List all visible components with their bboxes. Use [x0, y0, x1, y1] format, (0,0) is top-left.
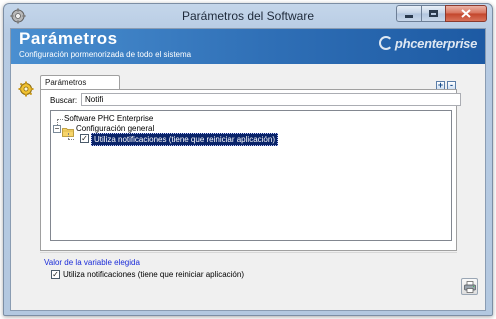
- brand-swoosh-icon: [378, 36, 393, 50]
- tree-connector: [57, 119, 63, 120]
- value-checkbox-label: Utiliza notificaciones (tiene que reinic…: [63, 270, 244, 279]
- title-bar[interactable]: Parámetros del Software: [4, 4, 492, 28]
- main-window: Parámetros del Software Parámetros Confi…: [3, 3, 493, 316]
- search-label: Buscar:: [50, 96, 78, 105]
- print-button[interactable]: [461, 278, 478, 295]
- brand-name: phcenterprise: [394, 35, 477, 51]
- value-section-label: Valor de la variable elegida: [44, 258, 140, 267]
- tree-folder-node[interactable]: Configuración general: [76, 124, 154, 133]
- client-area: Parámetros Configuración pormenorizada d…: [10, 28, 486, 311]
- search-input[interactable]: [81, 93, 461, 106]
- tab-parametros-generales[interactable]: Parámetros generales: [40, 75, 120, 101]
- close-button[interactable]: [445, 5, 487, 22]
- printer-icon: [463, 280, 476, 293]
- caption-buttons: [396, 5, 487, 22]
- section-divider: [40, 252, 457, 253]
- close-icon: [461, 9, 471, 18]
- settings-gear-icon: [18, 81, 34, 97]
- tab-panel: Buscar: Software PHC Enterprise − Config…: [40, 89, 461, 251]
- maximize-button[interactable]: [421, 5, 445, 22]
- tree-connector: [68, 139, 74, 140]
- header-banner: Parámetros Configuración pormenorizada d…: [11, 29, 485, 64]
- tree-item-checkbox[interactable]: ✓: [80, 134, 89, 143]
- minimize-button[interactable]: [396, 5, 421, 22]
- page-title: Parámetros: [19, 29, 118, 48]
- value-checkbox[interactable]: ✓: [51, 270, 60, 279]
- tree-root-node[interactable]: Software PHC Enterprise: [64, 114, 153, 123]
- brand-logo: phcenterprise: [378, 34, 477, 52]
- page-subtitle: Configuración pormenorizada de todo el s…: [19, 50, 192, 59]
- maximize-icon: [429, 10, 438, 17]
- parameters-tree[interactable]: Software PHC Enterprise − Configuración …: [50, 110, 452, 241]
- minimize-icon: [405, 15, 413, 18]
- tree-item-selected[interactable]: Utiliza notificaciones (tiene que reinic…: [91, 133, 278, 146]
- collapse-node-icon[interactable]: −: [53, 125, 61, 133]
